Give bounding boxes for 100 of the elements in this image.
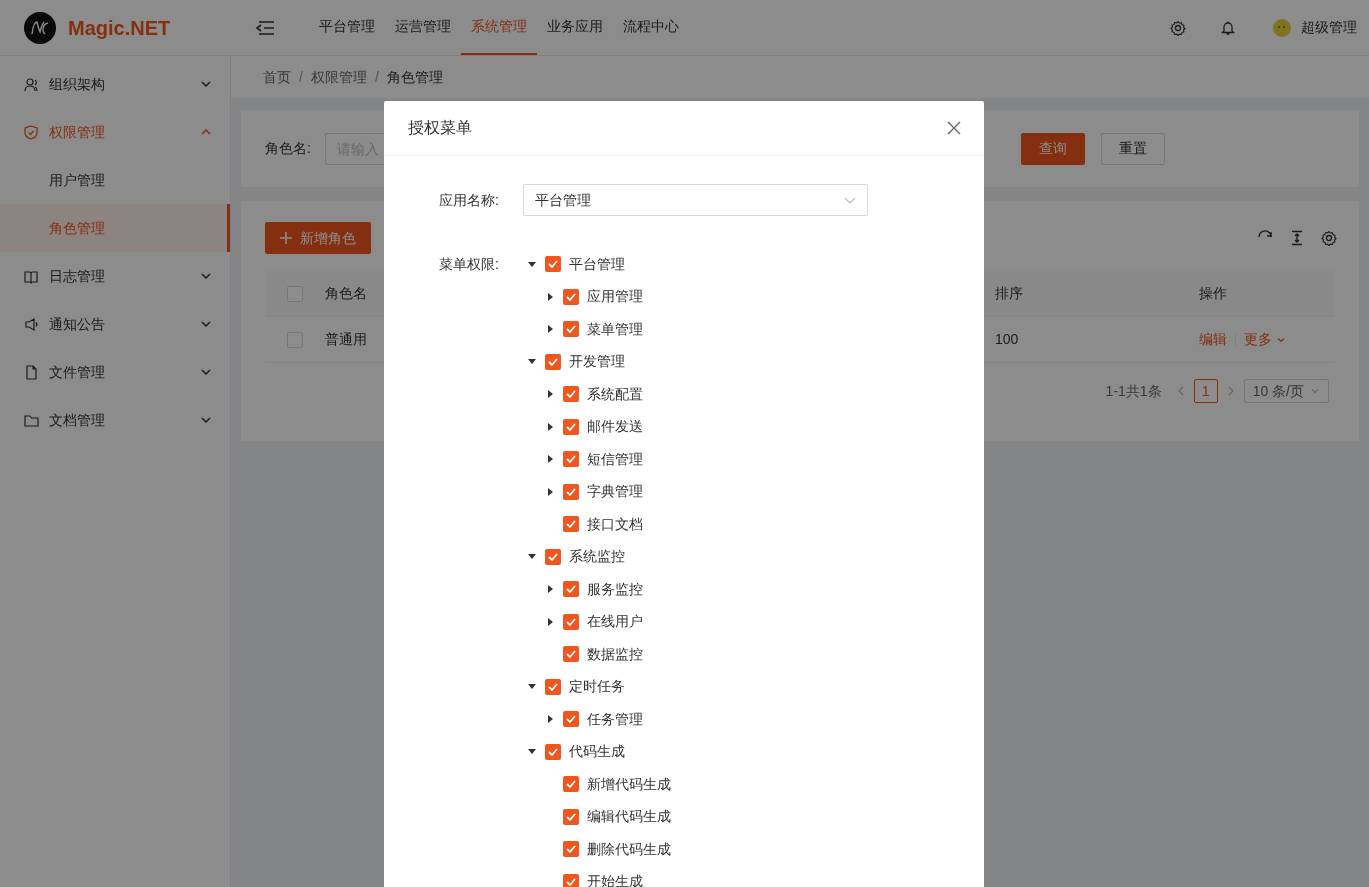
caret-right-icon[interactable] bbox=[547, 715, 553, 724]
checkbox[interactable] bbox=[545, 353, 561, 370]
breadcrumb-item: 角色管理 bbox=[386, 67, 443, 87]
nav-tab[interactable]: 业务应用 bbox=[537, 0, 613, 55]
tree-node-label[interactable]: 字典管理 bbox=[587, 481, 643, 503]
edit-link[interactable]: 编辑 bbox=[1199, 329, 1227, 350]
plus-icon bbox=[280, 232, 292, 244]
caret-down-icon[interactable] bbox=[528, 261, 536, 267]
caret-right-icon[interactable] bbox=[547, 487, 553, 496]
nav-tab[interactable]: 平台管理 bbox=[309, 0, 385, 55]
caret-right-icon[interactable] bbox=[547, 422, 553, 431]
caret-right-icon[interactable] bbox=[547, 585, 553, 594]
tree-node-label[interactable]: 服务监控 bbox=[587, 578, 643, 600]
column-header: 排序 bbox=[995, 285, 1023, 301]
tree-node-label[interactable]: 平台管理 bbox=[569, 253, 625, 275]
checkbox[interactable] bbox=[563, 451, 579, 468]
tree-node-label[interactable]: 短信管理 bbox=[587, 448, 643, 470]
tree-node-label[interactable]: 接口文档 bbox=[587, 513, 643, 535]
caret-down-icon[interactable] bbox=[528, 684, 536, 690]
shield-icon bbox=[24, 124, 39, 140]
app-select[interactable]: 平台管理 bbox=[523, 184, 868, 216]
chevron-down-icon bbox=[200, 270, 212, 282]
breadcrumb-item[interactable]: 首页 bbox=[263, 66, 291, 88]
checkbox[interactable] bbox=[563, 321, 579, 338]
nav-tab[interactable]: 流程中心 bbox=[613, 0, 689, 55]
nav-tab[interactable]: 运营管理 bbox=[385, 0, 461, 55]
table-cell: 100 bbox=[995, 331, 1019, 347]
checkbox[interactable] bbox=[563, 418, 579, 435]
checkbox[interactable] bbox=[563, 483, 579, 500]
checkbox[interactable] bbox=[545, 678, 561, 695]
checkbox[interactable] bbox=[563, 776, 579, 793]
checkbox[interactable] bbox=[563, 873, 579, 887]
tree-node-label[interactable]: 在线用户 bbox=[587, 611, 643, 633]
caret-right-icon[interactable] bbox=[547, 325, 553, 334]
tree-node-label[interactable]: 系统配置 bbox=[587, 383, 643, 405]
folder-icon bbox=[24, 412, 39, 428]
tree-node-label[interactable]: 删除代码生成 bbox=[587, 838, 671, 860]
sidebar-item[interactable]: 通知公告 bbox=[0, 300, 230, 348]
checkbox[interactable] bbox=[545, 548, 561, 565]
tree-node-label[interactable]: 数据监控 bbox=[587, 643, 643, 665]
caret-right-icon[interactable] bbox=[547, 617, 553, 626]
sidebar-item[interactable]: 文件管理 bbox=[0, 348, 230, 396]
sidebar-item[interactable]: 文档管理 bbox=[0, 396, 230, 444]
reset-button[interactable]: 重置 bbox=[1101, 132, 1165, 165]
brand-name: Magic.NET bbox=[68, 15, 171, 41]
tree-node-label[interactable]: 代码生成 bbox=[569, 741, 625, 763]
column-height-icon[interactable] bbox=[1289, 230, 1305, 246]
close-icon[interactable] bbox=[947, 121, 961, 135]
page-size-select[interactable]: 10 条/页 bbox=[1243, 379, 1329, 403]
tree-node-label[interactable]: 应用管理 bbox=[587, 286, 643, 308]
more-link[interactable]: 更多 bbox=[1244, 329, 1286, 350]
add-role-button[interactable]: 新增角色 bbox=[265, 222, 371, 254]
checkbox[interactable] bbox=[563, 516, 579, 533]
caret-down-icon[interactable] bbox=[528, 359, 536, 365]
caret-right-icon[interactable] bbox=[547, 455, 553, 464]
pagination-summary: 1-1共1条 bbox=[1105, 381, 1162, 401]
settings-icon[interactable] bbox=[1170, 19, 1186, 36]
menu-fold-icon[interactable] bbox=[255, 19, 275, 36]
checkbox[interactable] bbox=[563, 711, 579, 728]
tree-node-label[interactable]: 任务管理 bbox=[587, 708, 643, 730]
tree-node-label[interactable]: 编辑代码生成 bbox=[587, 806, 671, 828]
chevron-down-icon bbox=[200, 414, 212, 426]
caret-down-icon[interactable] bbox=[528, 749, 536, 755]
checkbox[interactable] bbox=[563, 386, 579, 403]
field-label: 角色名: bbox=[265, 139, 311, 158]
tree-node-label[interactable]: 系统监控 bbox=[569, 546, 625, 568]
caret-right-icon[interactable] bbox=[547, 390, 553, 399]
tree-node-label[interactable]: 定时任务 bbox=[569, 676, 625, 698]
checkbox[interactable] bbox=[545, 256, 561, 273]
tree-node-label[interactable]: 开发管理 bbox=[569, 351, 625, 373]
sidebar-item[interactable]: 日志管理 bbox=[0, 252, 230, 300]
checkbox[interactable] bbox=[545, 743, 561, 760]
checkbox[interactable] bbox=[563, 841, 579, 858]
sidebar-item[interactable]: 权限管理 bbox=[0, 108, 230, 156]
chevron-down-icon bbox=[200, 318, 212, 330]
settings-icon[interactable] bbox=[1321, 230, 1337, 246]
tree-node-label[interactable]: 菜单管理 bbox=[587, 318, 643, 340]
field-label: 应用名称: bbox=[438, 190, 499, 210]
user-icon bbox=[24, 76, 39, 92]
user-name[interactable]: 超级管理 bbox=[1301, 17, 1357, 38]
chevron-down-icon bbox=[200, 78, 212, 90]
checkbox[interactable] bbox=[563, 288, 579, 305]
tree-node-label[interactable]: 新增代码生成 bbox=[587, 773, 671, 795]
search-button[interactable]: 查询 bbox=[1021, 132, 1085, 165]
checkbox[interactable] bbox=[563, 613, 579, 630]
checkbox[interactable] bbox=[563, 808, 579, 825]
sidebar-item[interactable]: 组织架构 bbox=[0, 60, 230, 108]
caret-down-icon[interactable] bbox=[528, 554, 536, 560]
dialog-title: 授权菜单 bbox=[408, 118, 472, 138]
table-cell: 普通用 bbox=[325, 331, 367, 347]
checkbox[interactable] bbox=[563, 646, 579, 663]
breadcrumb-item[interactable]: 权限管理 bbox=[310, 66, 367, 88]
speaker-icon bbox=[24, 316, 39, 332]
bell-icon[interactable] bbox=[1220, 19, 1236, 36]
caret-right-icon[interactable] bbox=[547, 292, 553, 301]
checkbox[interactable] bbox=[563, 581, 579, 598]
column-header: 操作 bbox=[1199, 284, 1227, 303]
breadcrumb-separator: / bbox=[299, 67, 303, 87]
tree-node-label[interactable]: 邮件发送 bbox=[587, 416, 643, 438]
sidebar-subitem[interactable]: 用户管理 bbox=[0, 156, 230, 204]
